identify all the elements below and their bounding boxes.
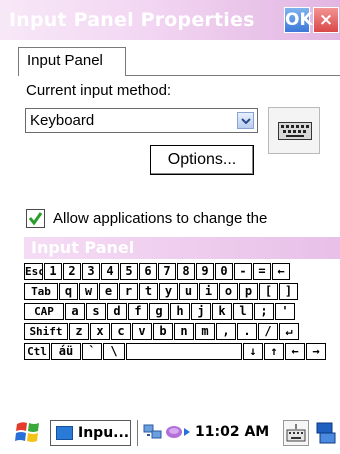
- window-title: Input Panel Properties: [9, 9, 255, 31]
- key-i[interactable]: i: [199, 283, 218, 300]
- key-symbol-4-2[interactable]: `: [82, 343, 102, 360]
- key-symbol-0-11[interactable]: -: [234, 263, 252, 280]
- key-2[interactable]: 2: [63, 263, 81, 280]
- key-0[interactable]: 0: [215, 263, 233, 280]
- allow-change-label: Allow applications to change the: [53, 210, 268, 227]
- key-6[interactable]: 6: [139, 263, 157, 280]
- key-y[interactable]: y: [159, 283, 178, 300]
- key-symbol-1-11[interactable]: [: [259, 283, 278, 300]
- key-symbol-0-13[interactable]: ←: [272, 263, 290, 280]
- allow-change-checkbox[interactable]: [26, 209, 45, 228]
- key-symbol-4-5[interactable]: ↓: [243, 343, 263, 360]
- key-h[interactable]: h: [170, 303, 190, 320]
- key-tab[interactable]: Tab: [24, 283, 58, 300]
- key-d[interactable]: d: [107, 303, 127, 320]
- key-e[interactable]: e: [99, 283, 118, 300]
- key-m[interactable]: m: [195, 323, 215, 340]
- key-4[interactable]: 4: [101, 263, 119, 280]
- key-symbol-4-8[interactable]: →: [306, 343, 326, 360]
- network-icon[interactable]: [143, 423, 163, 446]
- key-7[interactable]: 7: [158, 263, 176, 280]
- title-bar: Input Panel Properties OK ×: [0, 0, 340, 40]
- key-u[interactable]: u: [179, 283, 198, 300]
- key-ctl[interactable]: Ctl: [24, 343, 50, 360]
- input-panel-titlebar: Input Panel: [24, 237, 340, 259]
- taskbar-input-panel-button[interactable]: Inpu...: [50, 420, 131, 446]
- key-symbol-4-6[interactable]: ↑: [264, 343, 284, 360]
- key-z[interactable]: z: [69, 323, 89, 340]
- current-method-label: Current input method:: [26, 82, 172, 99]
- key-r[interactable]: r: [119, 283, 138, 300]
- soft-keyboard: Esc 1 2 3 4 5 6 7 8 9 0- = ← Tab q w e r t y u i o p[] CAP a s d f g h…: [24, 259, 340, 379]
- key-a[interactable]: a: [65, 303, 85, 320]
- key-c[interactable]: c: [111, 323, 131, 340]
- key-g[interactable]: g: [149, 303, 169, 320]
- key-s[interactable]: s: [86, 303, 106, 320]
- close-button[interactable]: ×: [313, 7, 339, 33]
- connectivity-icon[interactable]: [314, 421, 338, 450]
- key-b[interactable]: b: [153, 323, 173, 340]
- key-o[interactable]: o: [219, 283, 238, 300]
- key-j[interactable]: j: [191, 303, 211, 320]
- key-symbol-3-10[interactable]: /: [258, 323, 278, 340]
- key-symbol-2-11[interactable]: ': [275, 303, 295, 320]
- ok-button[interactable]: OK: [284, 7, 313, 33]
- key-symbol-1-12[interactable]: ]: [279, 283, 298, 300]
- key-symbol-4-1[interactable]: áü: [51, 343, 81, 360]
- windows-start-icon[interactable]: [14, 418, 42, 446]
- key-symbol-2-10[interactable]: ;: [254, 303, 274, 320]
- key-shift[interactable]: Shift: [24, 323, 68, 340]
- clock[interactable]: 11:02 AM: [195, 424, 269, 440]
- key-5[interactable]: 5: [120, 263, 138, 280]
- tab-input-panel[interactable]: Input Panel: [18, 47, 126, 76]
- key-v[interactable]: v: [132, 323, 152, 340]
- taskbar: Inpu... 11:02 AM: [0, 412, 340, 454]
- chevron-down-icon[interactable]: [237, 112, 254, 129]
- key-l[interactable]: l: [233, 303, 253, 320]
- key-symbol-3-9[interactable]: .: [237, 323, 257, 340]
- options-button[interactable]: Options...: [150, 145, 254, 175]
- key-f[interactable]: f: [128, 303, 148, 320]
- key-9[interactable]: 9: [196, 263, 214, 280]
- options-label: Options...: [167, 151, 237, 168]
- key-symbol-0-12[interactable]: =: [253, 263, 271, 280]
- key-symbol-3-11[interactable]: ↵: [279, 323, 299, 340]
- key-8[interactable]: 8: [177, 263, 195, 280]
- key-3[interactable]: 3: [82, 263, 100, 280]
- key-symbol-3-8[interactable]: ,: [216, 323, 236, 340]
- key-w[interactable]: w: [79, 283, 98, 300]
- key-symbol-4-3[interactable]: \: [103, 343, 125, 360]
- key-space[interactable]: [126, 343, 242, 360]
- task-label: Inpu...: [78, 425, 130, 441]
- key-q[interactable]: q: [59, 283, 78, 300]
- sync-icon[interactable]: [165, 423, 193, 446]
- keyboard-icon[interactable]: [283, 420, 309, 446]
- key-symbol-4-7[interactable]: ←: [285, 343, 305, 360]
- key-1[interactable]: 1: [44, 263, 62, 280]
- input-method-value: Keyboard: [30, 112, 95, 129]
- key-cap[interactable]: CAP: [24, 303, 64, 320]
- key-esc[interactable]: Esc: [24, 263, 43, 280]
- key-p[interactable]: p: [239, 283, 258, 300]
- input-panel-app-icon: [56, 426, 73, 440]
- input-panel-title: Input Panel: [31, 238, 135, 257]
- input-method-select[interactable]: Keyboard: [25, 108, 258, 133]
- tab-label: Input Panel: [27, 52, 103, 69]
- keyboard-preview-icon: [268, 107, 320, 154]
- key-t[interactable]: t: [139, 283, 158, 300]
- key-k[interactable]: k: [212, 303, 232, 320]
- key-x[interactable]: x: [90, 323, 110, 340]
- key-n[interactable]: n: [174, 323, 194, 340]
- taskbar-separator: [137, 420, 138, 446]
